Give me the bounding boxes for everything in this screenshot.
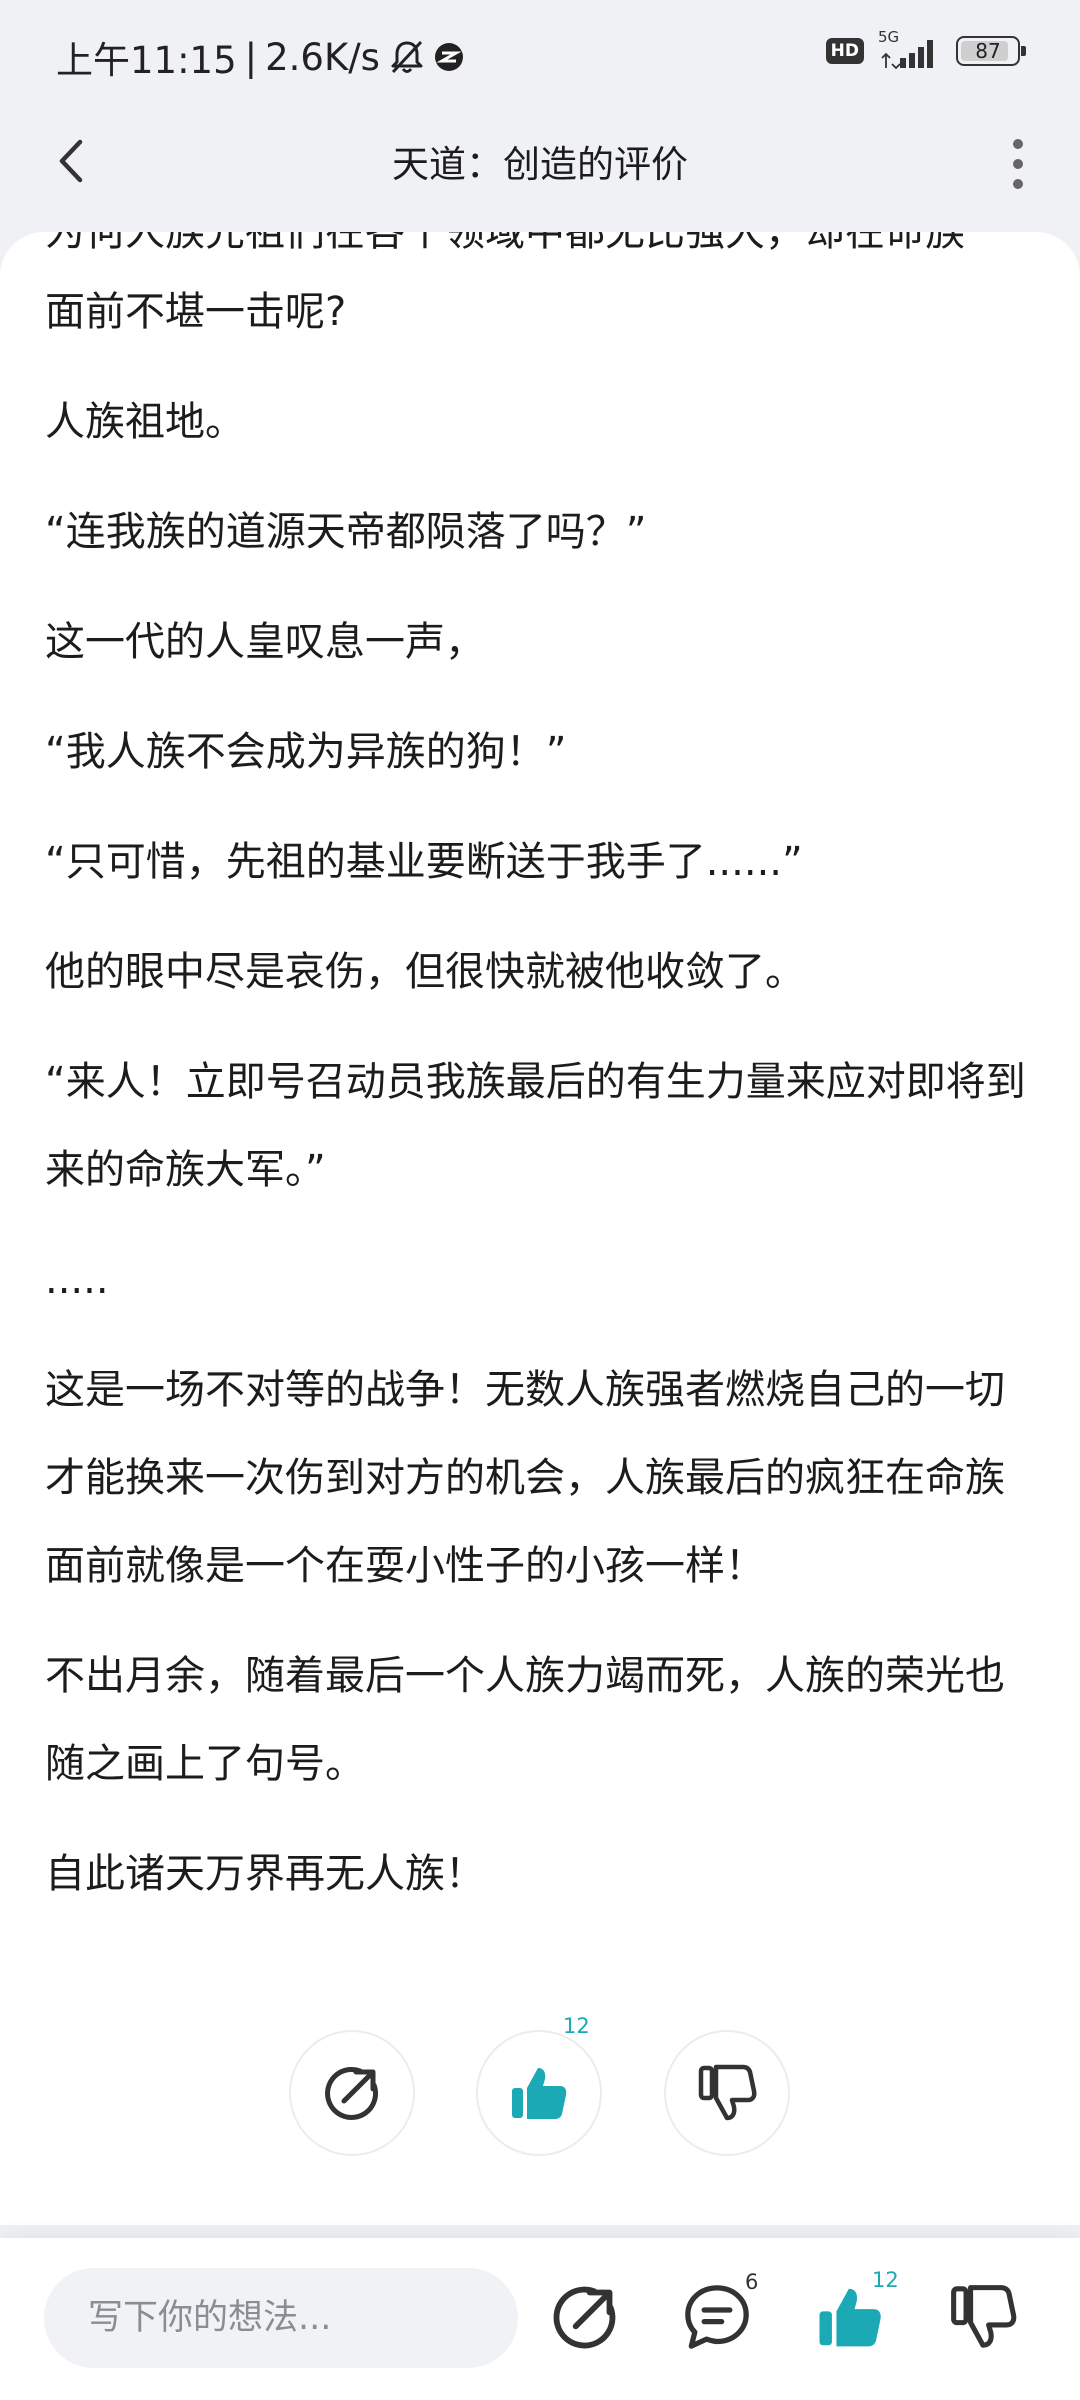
bottom-comment-button[interactable]: [682, 2282, 752, 2352]
notification-off-icon: [391, 40, 423, 74]
bottom-like-button[interactable]: [815, 2282, 885, 2352]
paragraph: 这一代的人皇叹息一声，: [45, 619, 485, 665]
paragraph: “我人族不会成为异族的狗！”: [45, 729, 567, 775]
thumbs-down-icon: [951, 2285, 1017, 2348]
page-title: 天道：创造的评价: [392, 143, 688, 186]
bottom-dislike-button[interactable]: [948, 2282, 1018, 2352]
status-separator: |: [244, 35, 258, 79]
like-button[interactable]: [476, 2030, 602, 2156]
tiktok-icon: [434, 43, 463, 71]
more-button[interactable]: [1006, 134, 1030, 194]
bottom-like-count: 12: [872, 2268, 899, 2292]
paragraph: 人族祖地。: [45, 399, 245, 445]
paragraph: 不出月余，随着最后一个人族力竭而死，人族的荣光也随之画上了句号。: [45, 1653, 1005, 1787]
bottom-share-button[interactable]: [550, 2282, 620, 2352]
content-card: 为何人族先祖们在各个领域中都无比强大，却在命族 面前不堪一击呢? 人族祖地。 “…: [0, 232, 1080, 2225]
paragraph: 这是一场不对等的战争！无数人族强者燃烧自己的一切才能换来一次伤到对方的机会，人族…: [45, 1367, 1005, 1589]
comment-icon: [685, 2285, 749, 2349]
thumbs-up-icon: [512, 2068, 567, 2119]
status-left: 上午11:15 | 2.6K/s: [56, 30, 464, 84]
nav-bar: 天道：创造的评价: [0, 110, 1080, 240]
paragraph: “连我族的道源天帝都陨落了吗？”: [45, 509, 647, 555]
more-vertical-icon: [1013, 139, 1023, 189]
share-button[interactable]: [289, 2030, 415, 2156]
partial-text-line: 为何人族先祖们在各个领域中都无比强大，却在命族: [45, 232, 965, 255]
paragraph: 面前不堪一击呢?: [45, 289, 347, 335]
signal-icon: 5G: [878, 28, 942, 70]
battery-icon: 87: [956, 36, 1026, 66]
paragraph: “来人！立即号召动员我族最后的有生力量来应对即将到来的命族大军。”: [45, 1059, 1026, 1193]
status-time: 上午11:15: [56, 39, 237, 82]
share-icon: [325, 2066, 379, 2120]
comment-count: 6: [745, 2270, 759, 2294]
paragraph: 自此诸天万界再无人族！: [45, 1851, 485, 1897]
dislike-button[interactable]: [664, 2030, 790, 2156]
story-text: 面前不堪一击呢? 人族祖地。 “连我族的道源天帝都陨落了吗？” 这一代的人皇叹息…: [45, 268, 1035, 1940]
paragraph: .....: [45, 1257, 109, 1303]
share-icon: [553, 2286, 616, 2349]
like-count: 12: [563, 2014, 590, 2038]
network-type: 5G: [878, 28, 900, 46]
paragraph: “只可惜，先祖的基业要断送于我手了......”: [45, 839, 803, 885]
action-row: 12: [0, 2014, 1080, 2162]
status-bar: 上午11:15 | 2.6K/s HD 5G 87: [0, 0, 1080, 110]
thumbs-down-icon: [698, 2064, 757, 2121]
hd-badge: HD: [825, 38, 864, 64]
bottom-bar: 6 12: [0, 2238, 1080, 2400]
paragraph: 他的眼中尽是哀伤，但很快就被他收敛了。: [45, 949, 805, 995]
battery-cap: [1021, 46, 1026, 56]
comment-input[interactable]: [44, 2268, 518, 2368]
network-speed: 2.6K/s: [265, 35, 380, 79]
status-right: HD 5G 87: [825, 28, 1026, 70]
battery-level: 87: [975, 39, 1001, 63]
thumbs-up-icon: [819, 2288, 881, 2347]
